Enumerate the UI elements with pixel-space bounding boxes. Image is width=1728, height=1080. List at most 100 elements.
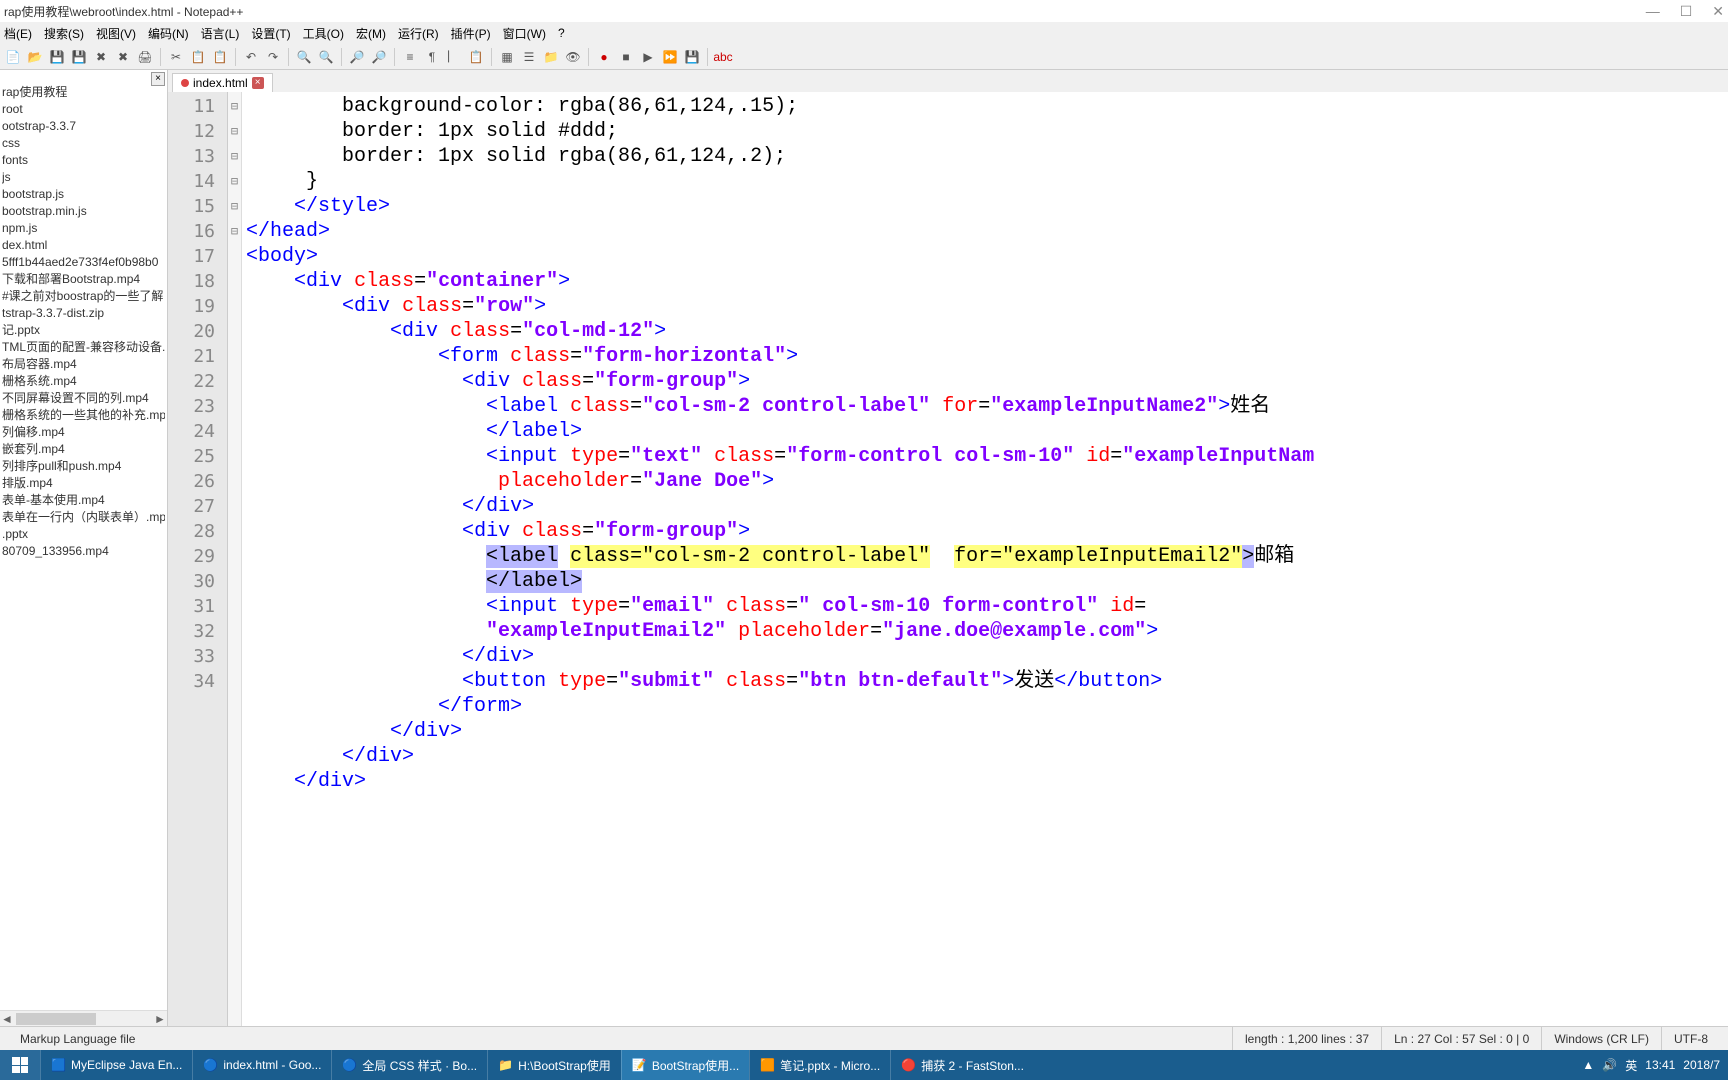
cut-icon[interactable]: ✂ <box>167 48 185 66</box>
taskbar-item[interactable]: 📝BootStrap使用... <box>621 1050 749 1080</box>
menu-tools[interactable]: 工具(O) <box>303 25 344 42</box>
undo-icon[interactable]: ↶ <box>242 48 260 66</box>
menu-help[interactable]: ? <box>558 26 565 40</box>
tree-item[interactable]: TML页面的配置-兼容移动设备. <box>2 339 165 356</box>
taskbar-item[interactable]: 🟦MyEclipse Java En... <box>40 1050 192 1080</box>
tree-item[interactable]: 下载和部署Bootstrap.mp4 <box>2 271 165 288</box>
tree-item[interactable]: css <box>2 135 165 152</box>
tree-item[interactable]: root <box>2 101 165 118</box>
status-eol[interactable]: Windows (CR LF) <box>1541 1027 1661 1050</box>
play-multi-icon[interactable]: ⏩ <box>661 48 679 66</box>
tree-scrollbar-horizontal[interactable]: ◄► <box>0 1010 167 1026</box>
close-all-icon[interactable]: ✖ <box>114 48 132 66</box>
fold-column[interactable]: ⊟⊟⊟⊟⊟⊟ <box>228 92 242 1026</box>
tree-item[interactable]: 记.pptx <box>2 322 165 339</box>
minimize-button[interactable]: — <box>1646 3 1660 20</box>
panel-close-icon[interactable]: × <box>151 72 165 86</box>
menu-plugins[interactable]: 插件(P) <box>451 25 491 42</box>
copy-icon[interactable]: 📋 <box>189 48 207 66</box>
tree-item[interactable]: 嵌套列.mp4 <box>2 441 165 458</box>
code-editor[interactable]: background-color: rgba(86,61,124,.15); b… <box>242 92 1728 1026</box>
folder-tree[interactable]: rap使用教程 root ootstrap-3.3.7 css fonts js… <box>0 70 167 562</box>
menu-window[interactable]: 窗口(W) <box>503 25 546 42</box>
tree-item[interactable]: rap使用教程 <box>2 84 165 101</box>
monitor-icon[interactable]: 👁 <box>564 48 582 66</box>
volume-icon[interactable]: 🔊 <box>1602 1058 1617 1072</box>
save-all-icon[interactable]: 💾 <box>70 48 88 66</box>
tab-index-html[interactable]: index.html × <box>172 73 273 92</box>
start-button[interactable] <box>0 1050 40 1080</box>
status-length: length : 1,200 lines : 37 <box>1232 1027 1381 1050</box>
menu-run[interactable]: 运行(R) <box>398 25 439 42</box>
close-file-icon[interactable]: ✖ <box>92 48 110 66</box>
chrome-icon: 🔵 <box>203 1058 217 1072</box>
lang-icon[interactable]: 📋 <box>467 48 485 66</box>
tab-close-icon[interactable]: × <box>252 77 264 89</box>
indent-guide-icon[interactable]: ⎸ <box>445 48 463 66</box>
tree-item[interactable]: bootstrap.js <box>2 186 165 203</box>
tree-item[interactable]: .pptx <box>2 526 165 543</box>
record-icon[interactable]: ● <box>595 48 613 66</box>
taskbar-item[interactable]: 📁H:\BootStrap使用 <box>487 1050 621 1080</box>
clock-time[interactable]: 13:41 <box>1645 1058 1675 1072</box>
taskbar-item[interactable]: 🔴捕获 2 - FastSton... <box>890 1050 1034 1080</box>
play-icon[interactable]: ▶ <box>639 48 657 66</box>
zoom-in-icon[interactable]: 🔎 <box>348 48 366 66</box>
tree-item[interactable]: 排版.mp4 <box>2 475 165 492</box>
menu-settings[interactable]: 设置(T) <box>251 25 290 42</box>
tree-item[interactable]: #课之前对boostrap的一些了解 <box>2 288 165 305</box>
menu-encoding[interactable]: 编码(N) <box>148 25 189 42</box>
tree-item[interactable]: dex.html <box>2 237 165 254</box>
tree-item[interactable]: 列偏移.mp4 <box>2 424 165 441</box>
tree-item[interactable]: 5fff1b44aed2e733f4ef0b98b0 <box>2 254 165 271</box>
tree-item[interactable]: 表单-基本使用.mp4 <box>2 492 165 509</box>
tree-item[interactable]: bootstrap.min.js <box>2 203 165 220</box>
close-button[interactable]: ✕ <box>1712 3 1724 20</box>
save-icon[interactable]: 💾 <box>48 48 66 66</box>
status-filetype: Markup Language file <box>8 1027 1232 1050</box>
replace-icon[interactable]: 🔍 <box>317 48 335 66</box>
taskbar-item[interactable]: 🔵全局 CSS 样式 · Bo... <box>331 1050 487 1080</box>
tree-item[interactable]: js <box>2 169 165 186</box>
tree-item[interactable]: tstrap-3.3.7-dist.zip <box>2 305 165 322</box>
func-list-icon[interactable]: ☰ <box>520 48 538 66</box>
tree-item[interactable]: fonts <box>2 152 165 169</box>
redo-icon[interactable]: ↷ <box>264 48 282 66</box>
menu-view[interactable]: 视图(V) <box>96 25 136 42</box>
doc-map-icon[interactable]: ▦ <box>498 48 516 66</box>
tree-item[interactable]: 表单在一行内（内联表单）.mp4 <box>2 509 165 526</box>
tree-item[interactable]: 栅格系统的一些其他的补充.mp4 <box>2 407 165 424</box>
menu-search[interactable]: 搜索(S) <box>44 25 84 42</box>
status-encoding[interactable]: UTF-8 <box>1661 1027 1720 1050</box>
folder-panel-icon[interactable]: 📁 <box>542 48 560 66</box>
show-chars-icon[interactable]: ¶ <box>423 48 441 66</box>
spellcheck-icon[interactable]: abc <box>714 48 732 66</box>
eclipse-icon: 🟦 <box>51 1058 65 1072</box>
print-icon[interactable]: 🖨 <box>136 48 154 66</box>
menu-language[interactable]: 语言(L) <box>201 25 240 42</box>
stop-icon[interactable]: ■ <box>617 48 635 66</box>
zoom-out-icon[interactable]: 🔎 <box>370 48 388 66</box>
taskbar-item[interactable]: 🟧笔记.pptx - Micro... <box>749 1050 890 1080</box>
find-icon[interactable]: 🔍 <box>295 48 313 66</box>
tree-item[interactable]: 不同屏幕设置不同的列.mp4 <box>2 390 165 407</box>
wordwrap-icon[interactable]: ≡ <box>401 48 419 66</box>
tree-item[interactable]: npm.js <box>2 220 165 237</box>
maximize-button[interactable]: ☐ <box>1680 3 1693 20</box>
paste-icon[interactable]: 📋 <box>211 48 229 66</box>
tree-item[interactable]: ootstrap-3.3.7 <box>2 118 165 135</box>
tree-item[interactable]: 列排序pull和push.mp4 <box>2 458 165 475</box>
tray-up-icon[interactable]: ▲ <box>1582 1058 1594 1072</box>
menu-macro[interactable]: 宏(M) <box>356 25 386 42</box>
taskbar-item[interactable]: 🔵index.html - Goo... <box>192 1050 331 1080</box>
ime-indicator[interactable]: 英 <box>1625 1057 1637 1074</box>
system-tray[interactable]: ▲ 🔊 英 13:41 2018/7 <box>1582 1057 1728 1074</box>
open-file-icon[interactable]: 📂 <box>26 48 44 66</box>
tree-item[interactable]: 80709_133956.mp4 <box>2 543 165 560</box>
save-macro-icon[interactable]: 💾 <box>683 48 701 66</box>
new-file-icon[interactable]: 📄 <box>4 48 22 66</box>
menu-file[interactable]: 档(E) <box>4 25 32 42</box>
tree-item[interactable]: 布局容器.mp4 <box>2 356 165 373</box>
tab-label: index.html <box>193 76 248 90</box>
tree-item[interactable]: 栅格系统.mp4 <box>2 373 165 390</box>
